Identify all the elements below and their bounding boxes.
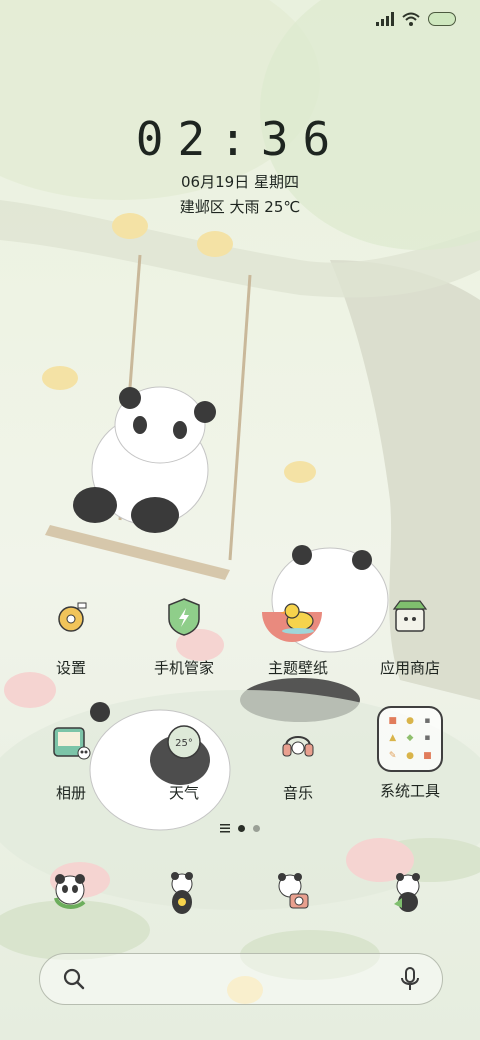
page-dot[interactable] <box>253 824 260 832</box>
app-phone-manager[interactable]: 手机管家 <box>134 585 234 685</box>
app-label: 手机管家 <box>153 659 214 677</box>
app-label: 相册 <box>55 784 86 802</box>
app-label: 天气 <box>168 784 199 802</box>
app-store[interactable]: 应用商店 <box>360 585 460 685</box>
app-theme-wallpaper[interactable]: 主题壁纸 <box>248 585 348 685</box>
status-bar <box>0 0 480 44</box>
clock-date[interactable]: 06月19日 星期四 <box>0 171 480 192</box>
battery-icon <box>428 12 456 26</box>
panda-phone-icon <box>54 874 86 909</box>
svg-text:25°: 25° <box>175 738 193 749</box>
panda-camera-icon <box>278 873 309 909</box>
signal-icon <box>376 12 394 26</box>
shield-icon <box>152 585 216 649</box>
dock-contacts[interactable] <box>152 868 212 924</box>
search-bar[interactable] <box>39 953 443 1005</box>
dock-messages[interactable] <box>376 868 436 924</box>
weather-icon: 25° <box>152 710 216 774</box>
app-label: 设置 <box>55 659 86 677</box>
gallery-icon <box>39 710 103 774</box>
panda-messages-icon <box>394 873 420 912</box>
app-weather[interactable]: 25° 天气 <box>134 710 234 810</box>
dock-phone[interactable] <box>40 868 100 924</box>
settings-icon <box>39 585 103 649</box>
app-label: 应用商店 <box>379 659 440 677</box>
panda-contacts-icon <box>171 872 193 914</box>
app-label: 系统工具 <box>379 782 440 800</box>
page-dot-active[interactable] <box>238 824 245 832</box>
dock-camera[interactable] <box>264 868 324 924</box>
duck-icon <box>266 585 330 649</box>
shop-icon <box>378 585 442 649</box>
folder-icon: ■ ● ▪ ▲ ◆ ▪ ✎ ● ■ <box>377 706 443 772</box>
app-gallery[interactable]: 相册 <box>21 710 121 810</box>
wifi-icon <box>402 12 420 26</box>
app-label: 主题壁纸 <box>267 659 328 677</box>
app-label: 音乐 <box>282 784 313 802</box>
dock <box>0 868 480 924</box>
search-icon[interactable] <box>62 967 86 991</box>
app-settings[interactable]: 设置 <box>21 585 121 685</box>
folder-system-tools[interactable]: ■ ● ▪ ▲ ◆ ▪ ✎ ● ■ 系统工具 <box>360 706 460 806</box>
headphones-icon <box>266 710 330 774</box>
clock-time[interactable]: 02:36 <box>0 112 480 166</box>
app-music[interactable]: 音乐 <box>248 710 348 810</box>
page-indicator[interactable] <box>0 823 480 833</box>
clock-weather[interactable]: 建邺区 大雨 25℃ <box>0 196 480 217</box>
list-icon[interactable] <box>220 823 230 833</box>
microphone-icon[interactable] <box>400 967 420 991</box>
